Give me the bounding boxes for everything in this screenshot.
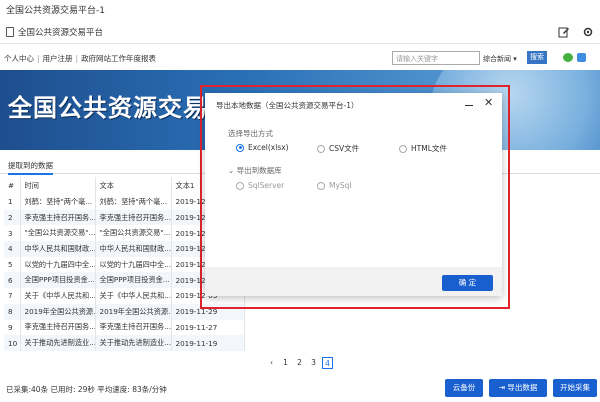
table-cell: 9 xyxy=(4,319,21,336)
page-2[interactable]: 2 xyxy=(294,357,305,369)
table-cell: 全国PPP项目投资金... xyxy=(95,272,172,289)
confirm-button[interactable]: 确 定 xyxy=(442,275,493,291)
browser-tab[interactable]: 全国公共资源交易平台 xyxy=(6,26,103,38)
radio-excel-label: Excel(xlsx) xyxy=(248,143,289,152)
table-cell: 6 xyxy=(4,272,21,289)
browser-tab-label: 全国公共资源交易平台 xyxy=(18,28,104,38)
table-cell: 2019-11-27 xyxy=(171,319,245,336)
table-cell: 1 xyxy=(4,194,21,210)
prev-page-icon[interactable]: ‹ xyxy=(266,357,277,369)
table-cell: 2019-11-19 xyxy=(171,335,245,351)
link-user-center[interactable]: 个人中心 xyxy=(4,54,34,63)
table-cell: 李克强主持召开国务... xyxy=(20,209,96,226)
weibo-icon[interactable] xyxy=(577,53,586,62)
wechat-icon[interactable] xyxy=(563,53,573,62)
radio-html-label: HTML文件 xyxy=(411,144,447,153)
browser-tab-row: 全国公共资源交易平台 xyxy=(0,22,600,44)
radio-sqlserver[interactable]: SqlServer xyxy=(236,181,284,190)
table-cell: 李克强主持召开国务... xyxy=(95,209,172,226)
tab-extracted-data[interactable]: 提取到的数据 xyxy=(8,160,53,175)
edit-icon[interactable] xyxy=(558,26,570,38)
table-cell: 7 xyxy=(4,288,21,304)
table-cell: 2 xyxy=(4,209,21,226)
table-cell: "全国公共资源交易"... xyxy=(95,225,172,242)
table-cell: 5 xyxy=(4,256,21,273)
radio-sqlserver-label: SqlServer xyxy=(248,181,285,190)
dialog-footer: 确 定 xyxy=(205,267,502,296)
export-data-button[interactable]: ⇥ 导出数据 xyxy=(489,379,547,397)
table-cell: 中华人民共和国财政... xyxy=(20,241,96,257)
start-collect-button[interactable]: 开始采集 xyxy=(553,379,597,397)
table-cell: 2019年全国公共资源... xyxy=(95,303,172,320)
radio-dot xyxy=(317,181,325,190)
dialog-title: 导出本地数据（全国公共资源交易平台-1） xyxy=(216,101,359,110)
radio-mysql[interactable]: MySql xyxy=(317,181,352,190)
radio-dot xyxy=(236,143,244,152)
table-cell: 全国PPP项目投资金... xyxy=(20,272,96,289)
close-icon[interactable]: ✕ xyxy=(484,96,493,109)
document-icon xyxy=(6,27,14,37)
table-cell: 2019年全国公共资源... xyxy=(20,303,96,320)
radio-mysql-label: MySql xyxy=(329,181,352,190)
table-cell: 以党的十九届四中全... xyxy=(20,256,96,273)
table-cell: 李克强主持召开国务... xyxy=(95,319,172,336)
export-dialog: 导出本地数据（全国公共资源交易平台-1） ✕ 选择导出方式 Excel(xlsx… xyxy=(205,93,502,296)
table-cell: 8 xyxy=(4,303,21,320)
site-search-button[interactable]: 搜索 xyxy=(527,51,547,64)
table-cell: 4 xyxy=(4,241,21,257)
radio-excel[interactable]: Excel(xlsx) xyxy=(236,143,289,152)
radio-html[interactable]: HTML文件 xyxy=(399,143,447,154)
table-cell: 关于推动先进制造业... xyxy=(20,335,96,351)
table-cell: 关于《中华人民共和... xyxy=(20,288,96,304)
table-row[interactable]: 10 关于推动先进制造业... 关于推动先进制造业... 2019-11-19 xyxy=(4,335,245,351)
minimize-icon[interactable] xyxy=(465,105,473,106)
search-scope-value: 综合新闻 xyxy=(483,55,511,63)
radio-dot xyxy=(236,181,244,190)
table-cell: 刘鹤：坚持"两个毫... xyxy=(95,194,172,210)
link-register[interactable]: 用户注册 xyxy=(43,54,73,63)
table-cell: 关于推动先进制造业... xyxy=(95,335,172,351)
site-search-input[interactable]: 请输入关键字 xyxy=(392,51,480,65)
table-cell: 刘鹤：坚持"两个毫... xyxy=(20,194,96,210)
page-3[interactable]: 3 xyxy=(308,357,319,369)
page-4[interactable]: 4 xyxy=(322,357,333,369)
page-1[interactable]: 1 xyxy=(280,357,291,369)
pagination: ‹ 1 2 3 4 xyxy=(266,357,333,369)
radio-csv[interactable]: CSV文件 xyxy=(317,143,359,154)
table-cell: 关于《中华人民共和... xyxy=(95,288,172,304)
radio-dot xyxy=(399,144,407,153)
radio-dot xyxy=(317,144,325,153)
column-header[interactable]: # xyxy=(4,177,21,194)
radio-csv-label: CSV文件 xyxy=(329,144,360,153)
column-header[interactable]: 时间 xyxy=(20,177,96,194)
table-cell: 10 xyxy=(4,335,21,351)
window-title: 全国公共资源交易平台-1 xyxy=(6,6,105,16)
tab-row-actions xyxy=(558,26,594,38)
table-cell: "全国公共资源交易"... xyxy=(20,225,96,242)
export-data-label: 导出数据 xyxy=(507,383,538,392)
table-row[interactable]: 9 李克强主持召开国务... 李克强主持召开国务... 2019-11-27 xyxy=(4,319,245,336)
link-annual-report[interactable]: 政府网站工作年度报表 xyxy=(81,54,156,63)
table-cell: 3 xyxy=(4,225,21,242)
search-scope-select[interactable]: 综合新闻 ▾ xyxy=(483,51,523,65)
export-db-toggle[interactable]: ⌄ 导出到数据库 xyxy=(228,165,282,176)
export-db-label: 导出到数据库 xyxy=(236,166,282,175)
link-separator: | xyxy=(37,54,40,63)
export-mode-label: 选择导出方式 xyxy=(228,129,273,138)
link-separator: | xyxy=(75,54,79,63)
site-links: 个人中心 | 用户注册 | 政府网站工作年度报表 xyxy=(4,53,156,64)
column-header[interactable]: 文本 xyxy=(95,177,172,194)
chevron-down-icon: ⌄ xyxy=(228,166,237,175)
cloud-backup-button[interactable]: 云备份 xyxy=(445,379,483,397)
gear-icon[interactable] xyxy=(582,26,594,38)
table-cell: 以党的十九届四中全... xyxy=(95,256,172,273)
status-text: 已采集:40条 已用时: 29秒 平均速度: 83条/分钟 xyxy=(6,385,167,394)
table-cell: 中华人民共和国财政... xyxy=(95,241,172,257)
table-cell: 李克强主持召开国务... xyxy=(20,319,96,336)
